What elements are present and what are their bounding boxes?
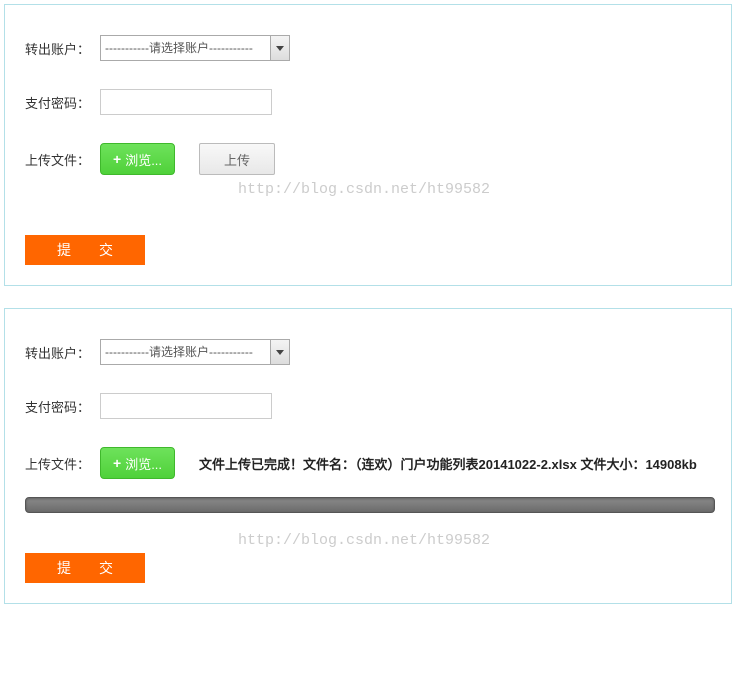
plus-icon: + xyxy=(113,455,121,471)
browse-button[interactable]: + 浏览... xyxy=(100,143,175,175)
upload-row: 上传文件： + 浏览... 文件上传已完成！文件名：（连欢）门户功能列表2014… xyxy=(25,447,711,479)
browse-button[interactable]: + 浏览... xyxy=(100,447,175,479)
password-row: 支付密码： xyxy=(25,89,711,115)
browse-button-label: 浏览... xyxy=(125,454,162,473)
upload-button-label: 上传 xyxy=(224,150,250,169)
upload-progress-bar xyxy=(25,497,715,513)
password-input[interactable] xyxy=(100,393,272,419)
password-label: 支付密码： xyxy=(25,397,100,416)
submit-button[interactable]: 提交 xyxy=(25,553,145,583)
upload-label: 上传文件： xyxy=(25,454,100,473)
account-select-wrap: -----------请选择账户----------- xyxy=(100,35,290,61)
form-panel-1: 转出账户： -----------请选择账户----------- 支付密码： … xyxy=(4,4,732,286)
upload-row: 上传文件： + 浏览... 上传 xyxy=(25,143,711,175)
account-select-wrap: -----------请选择账户----------- xyxy=(100,339,290,365)
account-select[interactable]: -----------请选择账户----------- xyxy=(100,35,290,61)
form-panel-2: 转出账户： -----------请选择账户----------- 支付密码： … xyxy=(4,308,732,604)
account-label: 转出账户： xyxy=(25,39,100,58)
password-row: 支付密码： xyxy=(25,393,711,419)
account-row: 转出账户： -----------请选择账户----------- xyxy=(25,339,711,365)
submit-button[interactable]: 提交 xyxy=(25,235,145,265)
password-label: 支付密码： xyxy=(25,93,100,112)
plus-icon: + xyxy=(113,151,121,167)
account-row: 转出账户： -----------请选择账户----------- xyxy=(25,35,711,61)
password-input[interactable] xyxy=(100,89,272,115)
upload-button[interactable]: 上传 xyxy=(199,143,275,175)
browse-button-label: 浏览... xyxy=(125,150,162,169)
upload-status-text: 文件上传已完成！文件名：（连欢）门户功能列表20141022-2.xlsx 文件… xyxy=(199,454,697,473)
account-label: 转出账户： xyxy=(25,343,100,362)
upload-label: 上传文件： xyxy=(25,150,100,169)
account-select[interactable]: -----------请选择账户----------- xyxy=(100,339,290,365)
